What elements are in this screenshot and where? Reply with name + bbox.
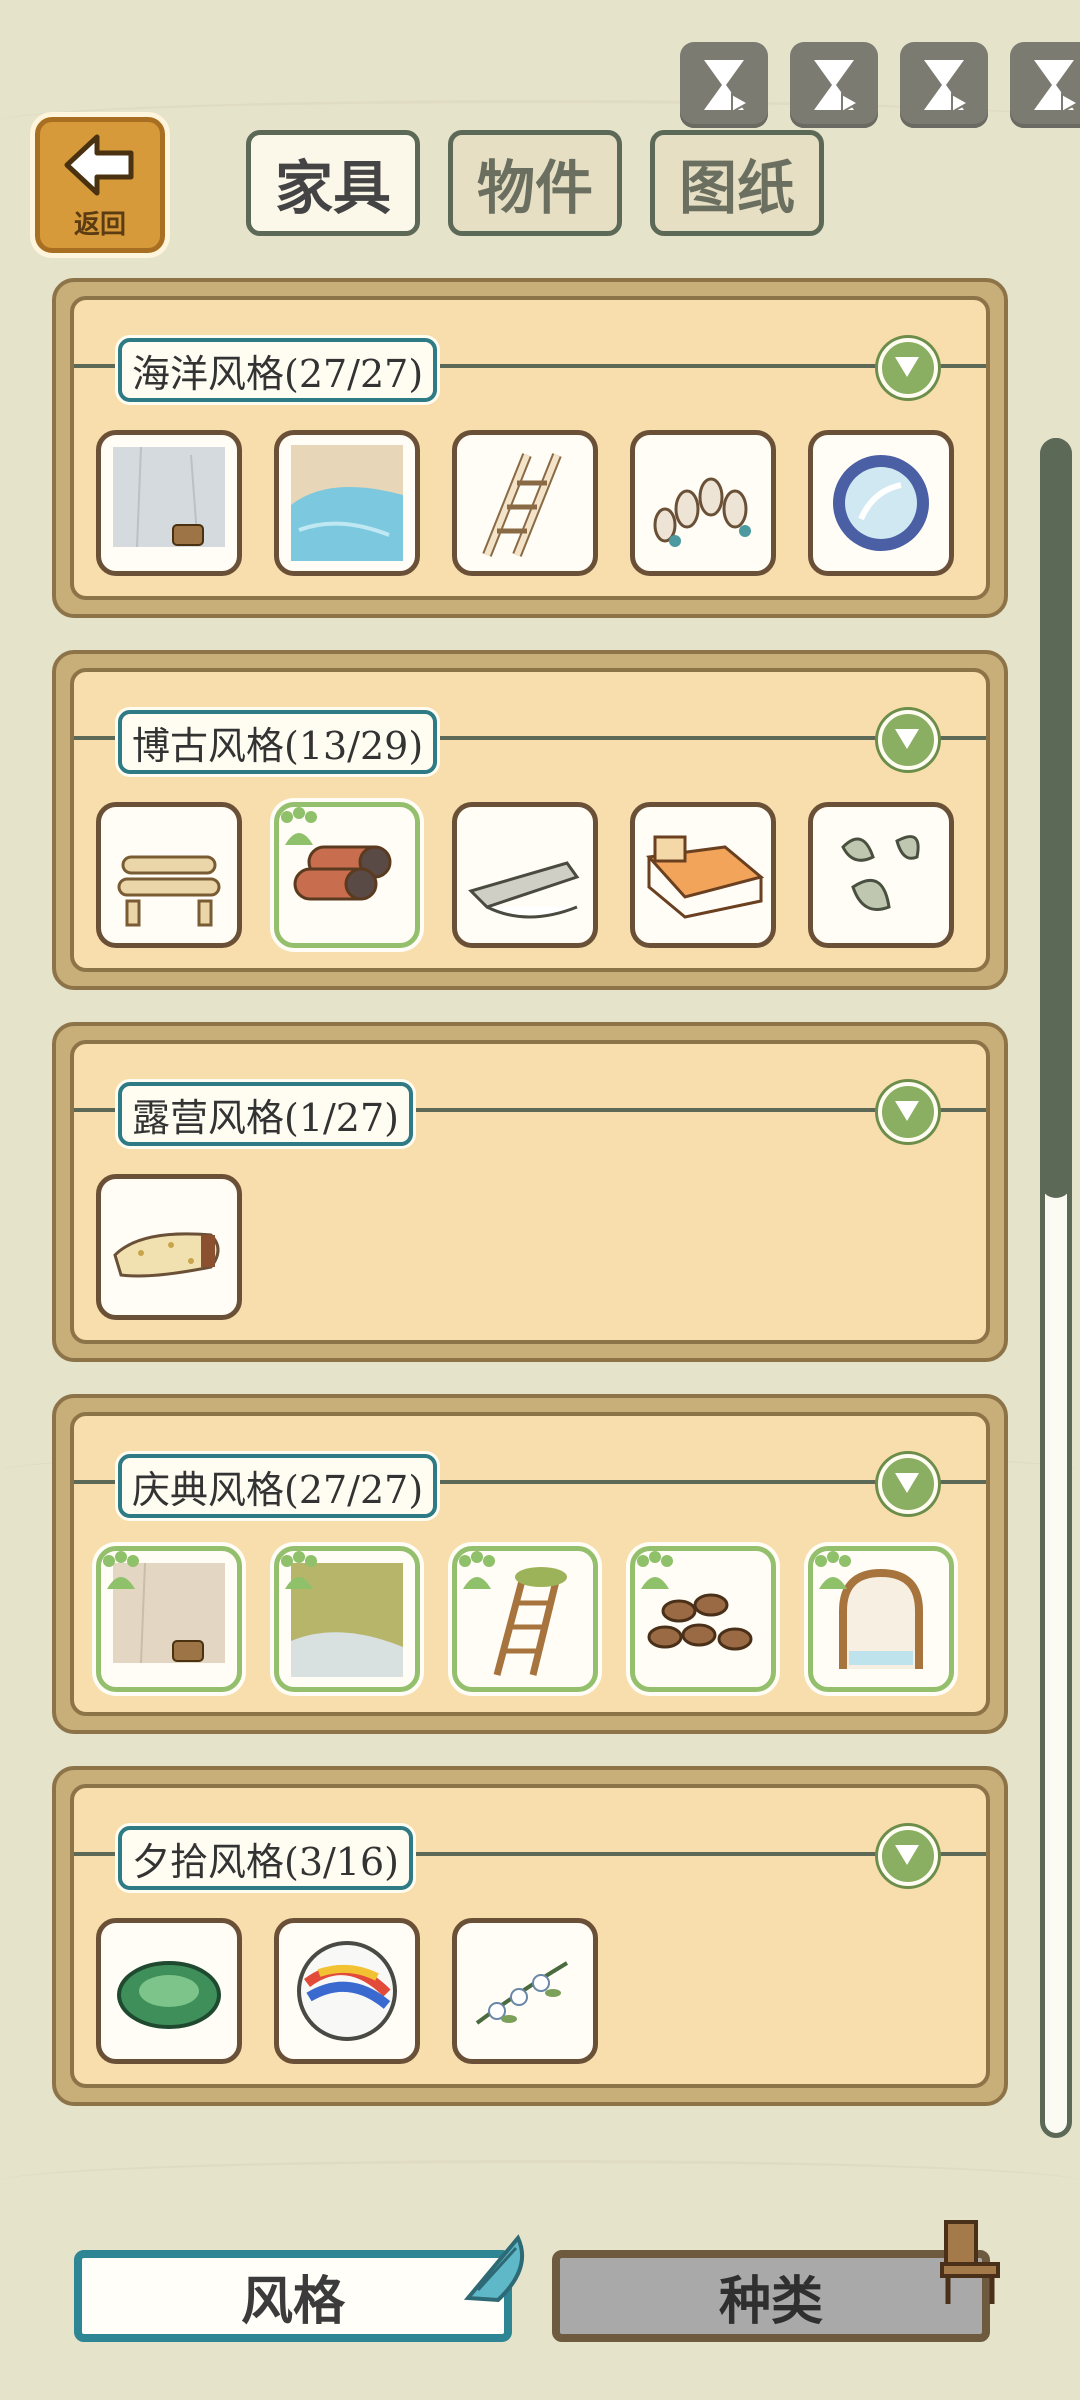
hourglass-play-icon[interactable] [900, 42, 988, 128]
furniture-item-scroll[interactable] [452, 802, 598, 948]
hourglass-play-icon[interactable] [1010, 42, 1080, 128]
section-title: 夕拾风格(3/16) [118, 1826, 413, 1890]
frog-foot-icon [459, 1551, 495, 1589]
frog-foot-icon [103, 1551, 139, 1589]
chair-icon [940, 2220, 1000, 2304]
furniture-item-log-bench[interactable] [96, 802, 242, 948]
furniture-item-pool-floor[interactable] [274, 430, 420, 576]
style-filter-button[interactable]: 风格 [74, 2250, 512, 2342]
category-filter-button[interactable]: 种类 [552, 2250, 990, 2342]
section-title: 博古风格(13/29) [118, 710, 438, 774]
furniture-item-flower-ladder[interactable] [452, 1546, 598, 1692]
furniture-item-stone-steps[interactable] [630, 430, 776, 576]
frog-foot-icon [281, 807, 317, 845]
collapse-toggle-icon[interactable] [878, 1082, 938, 1142]
style-section-celebration: 庆典风格(27/27) [52, 1394, 1008, 1734]
furniture-item-wooden-bed[interactable] [630, 802, 776, 948]
furniture-item-grass-floor[interactable] [274, 1546, 420, 1692]
scrollbar-thumb[interactable] [1040, 438, 1072, 1198]
section-title: 海洋风格(27/27) [118, 338, 438, 402]
furniture-item-sleeping-bag[interactable] [96, 1174, 242, 1320]
collapse-toggle-icon[interactable] [878, 710, 938, 770]
background-wave [0, 2160, 1080, 2203]
tab-blueprints[interactable]: 图纸 [650, 130, 824, 236]
furniture-item-flower-branch[interactable] [452, 1918, 598, 2064]
furniture-item-wooden-ladder[interactable] [452, 430, 598, 576]
back-label: 返回 [73, 210, 126, 240]
furniture-item-porthole-window[interactable] [808, 430, 954, 576]
furniture-item-rolled-mats[interactable] [274, 802, 420, 948]
furniture-item-marble-ball[interactable] [274, 1918, 420, 2064]
back-button[interactable]: 返回 [30, 112, 170, 258]
style-section-antique: 博古风格(13/29) [52, 650, 1008, 990]
top-icon-row [680, 42, 1080, 128]
furniture-item-wall-bucket[interactable] [96, 1546, 242, 1692]
frog-foot-icon [281, 1551, 317, 1589]
section-title: 露营风格(1/27) [118, 1082, 413, 1146]
scrollbar[interactable] [1040, 438, 1072, 2138]
style-section-evening: 夕拾风格(3/16) [52, 1766, 1008, 2106]
collapse-toggle-icon[interactable] [878, 1826, 938, 1886]
furniture-item-cloud-ornament[interactable] [808, 802, 954, 948]
frog-foot-icon [637, 1551, 673, 1589]
seashell-icon [463, 2234, 524, 2303]
style-section-ocean: 海洋风格(27/27) [52, 278, 1008, 618]
collapse-toggle-icon[interactable] [878, 1454, 938, 1514]
style-filter-label: 风格 [240, 2271, 345, 2332]
frog-foot-icon [815, 1551, 851, 1589]
category-filter-label: 种类 [718, 2271, 823, 2332]
style-section-camping: 露营风格(1/27) [52, 1022, 1008, 1362]
tab-objects[interactable]: 物件 [448, 130, 622, 236]
furniture-item-stone-wall-bucket[interactable] [96, 430, 242, 576]
section-title: 庆典风格(27/27) [118, 1454, 438, 1518]
collapse-toggle-icon[interactable] [878, 338, 938, 398]
furniture-item-green-stone[interactable] [96, 1918, 242, 2064]
hourglass-play-icon[interactable] [680, 42, 768, 128]
tab-furniture[interactable]: 家具 [246, 130, 420, 236]
furniture-item-clay-pots[interactable] [630, 1546, 776, 1692]
back-arrow-icon [64, 134, 134, 196]
hourglass-play-icon[interactable] [790, 42, 878, 128]
furniture-item-arched-window[interactable] [808, 1546, 954, 1692]
